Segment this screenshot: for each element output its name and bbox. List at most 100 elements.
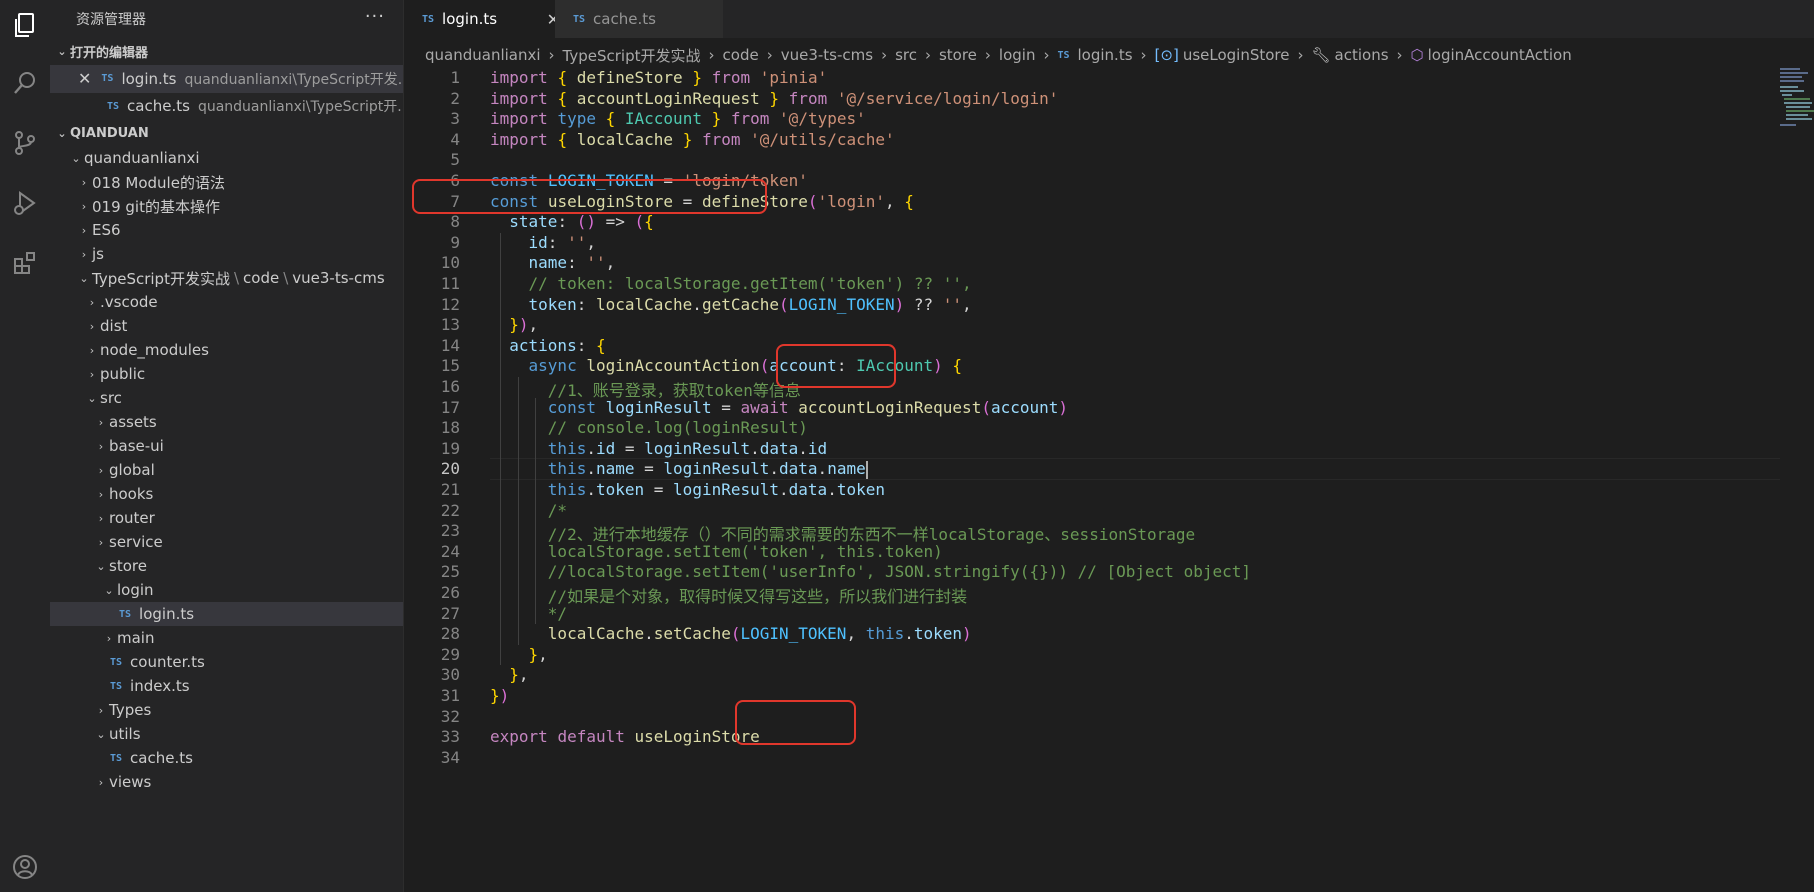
breadcrumb-item[interactable]: code	[723, 46, 759, 64]
code-line[interactable]: },	[490, 665, 528, 684]
tree-file-selected[interactable]: TS login.ts	[50, 602, 403, 626]
tree-folder[interactable]: ⌄ quanduanlianxi	[50, 146, 403, 170]
breadcrumb-item[interactable]: vue3-ts-cms	[781, 46, 873, 64]
tree-folder[interactable]: ⌄ TypeScript开发实战 \ code \ vue3-ts-cms	[50, 266, 403, 290]
tree-folder[interactable]: ⌄ store	[50, 554, 403, 578]
tree-label: public	[100, 365, 146, 383]
tree-label: vue3-ts-cms	[292, 269, 385, 287]
tree-folder[interactable]: › js	[50, 242, 403, 266]
tree-label: Types	[109, 701, 152, 719]
tree-file[interactable]: TS cache.ts	[50, 746, 403, 770]
tree-folder[interactable]: › base-ui	[50, 434, 403, 458]
code-line[interactable]: actions: {	[490, 336, 605, 355]
line-number: 14	[440, 335, 460, 355]
code-line[interactable]: // token: localStorage.getItem('token') …	[490, 274, 972, 293]
account-icon[interactable]	[0, 842, 50, 892]
tab-login-ts[interactable]: TS login.ts ✕	[404, 0, 572, 38]
line-number: 23	[440, 521, 460, 541]
tree-folder[interactable]: › service	[50, 530, 403, 554]
code-line[interactable]: localCache.setCache(LOGIN_TOKEN, this.to…	[490, 624, 972, 643]
typescript-file-icon: TS	[1057, 49, 1070, 61]
line-number: 29	[440, 644, 460, 664]
tree-folder[interactable]: › main	[50, 626, 403, 650]
code-editor[interactable]: 1 import { defineStore } from 'pinia' 2 imp…	[404, 66, 1780, 892]
breadcrumb-item[interactable]: store	[939, 46, 977, 64]
tree-folder[interactable]: › .vscode	[50, 290, 403, 314]
breadcrumb-item[interactable]: quanduanlianxi	[425, 46, 541, 64]
code-line[interactable]: import type { IAccount } from '@/types'	[490, 109, 866, 128]
code-line[interactable]: // console.log(loginResult)	[490, 418, 808, 437]
line-number: 30	[440, 665, 460, 685]
search-icon[interactable]	[0, 58, 50, 108]
tree-folder[interactable]: › hooks	[50, 482, 403, 506]
close-icon[interactable]: ✕	[78, 69, 91, 88]
explorer-title-text: 资源管理器	[76, 12, 146, 28]
code-line[interactable]: state: () => ({	[490, 212, 654, 231]
tree-folder[interactable]: › 018 Module的语法	[50, 170, 403, 194]
line-number: 13	[440, 315, 460, 335]
breadcrumb-item[interactable]: login	[999, 46, 1036, 64]
code-line[interactable]: },	[490, 645, 548, 664]
line-number: 25	[440, 562, 460, 582]
code-line[interactable]: import { defineStore } from 'pinia'	[490, 68, 827, 87]
tree-folder[interactable]: › node_modules	[50, 338, 403, 362]
open-editor-item-login[interactable]: ✕ TS login.ts quanduanlianxi\TypeScript开…	[50, 65, 403, 93]
extensions-icon[interactable]	[0, 238, 50, 288]
code-line[interactable]: }),	[490, 315, 538, 334]
tree-folder[interactable]: › ES6	[50, 218, 403, 242]
tree-folder[interactable]: › router	[50, 506, 403, 530]
code-line[interactable]: this.name = loginResult.data.name	[490, 459, 868, 479]
code-line[interactable]: token: localCache.getCache(LOGIN_TOKEN) …	[490, 295, 972, 314]
tree-file[interactable]: TS counter.ts	[50, 650, 403, 674]
code-line[interactable]: /*	[490, 501, 567, 520]
tree-label: 018 Module的语法	[92, 173, 225, 192]
workspace-header[interactable]: ⌄ QIANDUAN	[50, 120, 403, 146]
code-line[interactable]: name: '',	[490, 253, 616, 272]
breadcrumb-file[interactable]: login.ts	[1078, 46, 1133, 64]
line-number: 33	[440, 727, 460, 747]
code-line[interactable]: import { localCache } from '@/utils/cach…	[490, 130, 895, 149]
code-line[interactable]: this.id = loginResult.data.id	[490, 439, 827, 458]
chevron-right-icon: ›	[98, 511, 104, 525]
open-editor-item-cache[interactable]: TS cache.ts quanduanlianxi\TypeScript开..…	[50, 93, 403, 121]
code-line[interactable]: id: '',	[490, 233, 596, 252]
breadcrumb-symbol[interactable]: useLoginStore	[1183, 46, 1290, 64]
tree-folder[interactable]: ⌄ utils	[50, 722, 403, 746]
tab-cache-ts[interactable]: TS cache.ts	[555, 0, 723, 38]
code-line[interactable]: export default useLoginStore	[490, 727, 760, 746]
tree-file[interactable]: TS index.ts	[50, 674, 403, 698]
tree-label: router	[109, 509, 155, 527]
breadcrumb-item[interactable]: TypeScript开发实战	[563, 45, 701, 66]
code-line[interactable]: import { accountLoginRequest } from '@/s…	[490, 89, 1058, 108]
chevron-right-icon: ›	[766, 46, 773, 64]
line-number: 20	[440, 459, 460, 479]
tree-folder[interactable]: › public	[50, 362, 403, 386]
run-debug-icon[interactable]	[0, 178, 50, 228]
source-control-icon[interactable]	[0, 118, 50, 168]
breadcrumb-item[interactable]: src	[895, 46, 917, 64]
chevron-right-icon: ›	[708, 46, 715, 64]
tree-folder[interactable]: › global	[50, 458, 403, 482]
breadcrumb-symbol[interactable]: loginAccountAction	[1428, 46, 1572, 64]
more-actions-icon[interactable]: ···	[365, 6, 385, 27]
minimap[interactable]	[1778, 66, 1814, 136]
tree-folder[interactable]: › 019 git的基本操作	[50, 194, 403, 218]
tree-folder[interactable]: ⌄ login	[50, 578, 403, 602]
code-line[interactable]: })	[490, 686, 509, 705]
chevron-right-icon: ›	[98, 463, 104, 477]
code-line[interactable]: const loginResult = await accountLoginRe…	[490, 398, 1068, 417]
tree-folder[interactable]: › assets	[50, 410, 403, 434]
chevron-down-icon: ⌄	[104, 583, 114, 597]
tree-folder[interactable]: › Types	[50, 698, 403, 722]
chevron-right-icon: ›	[89, 295, 95, 309]
code-line[interactable]: */	[490, 604, 567, 623]
open-editors-header[interactable]: ⌄ 打开的编辑器	[50, 38, 403, 65]
tree-folder[interactable]: › dist	[50, 314, 403, 338]
code-line[interactable]: //localStorage.setItem('userInfo', JSON.…	[490, 562, 1251, 581]
breadcrumb-symbol[interactable]: actions	[1335, 46, 1389, 64]
code-line[interactable]: this.token = loginResult.data.token	[490, 480, 885, 499]
code-line[interactable]: localStorage.setItem('token', this.token…	[490, 542, 943, 561]
explorer-icon[interactable]	[0, 0, 50, 50]
tree-folder[interactable]: › views	[50, 770, 403, 794]
tree-folder[interactable]: ⌄ src	[50, 386, 403, 410]
